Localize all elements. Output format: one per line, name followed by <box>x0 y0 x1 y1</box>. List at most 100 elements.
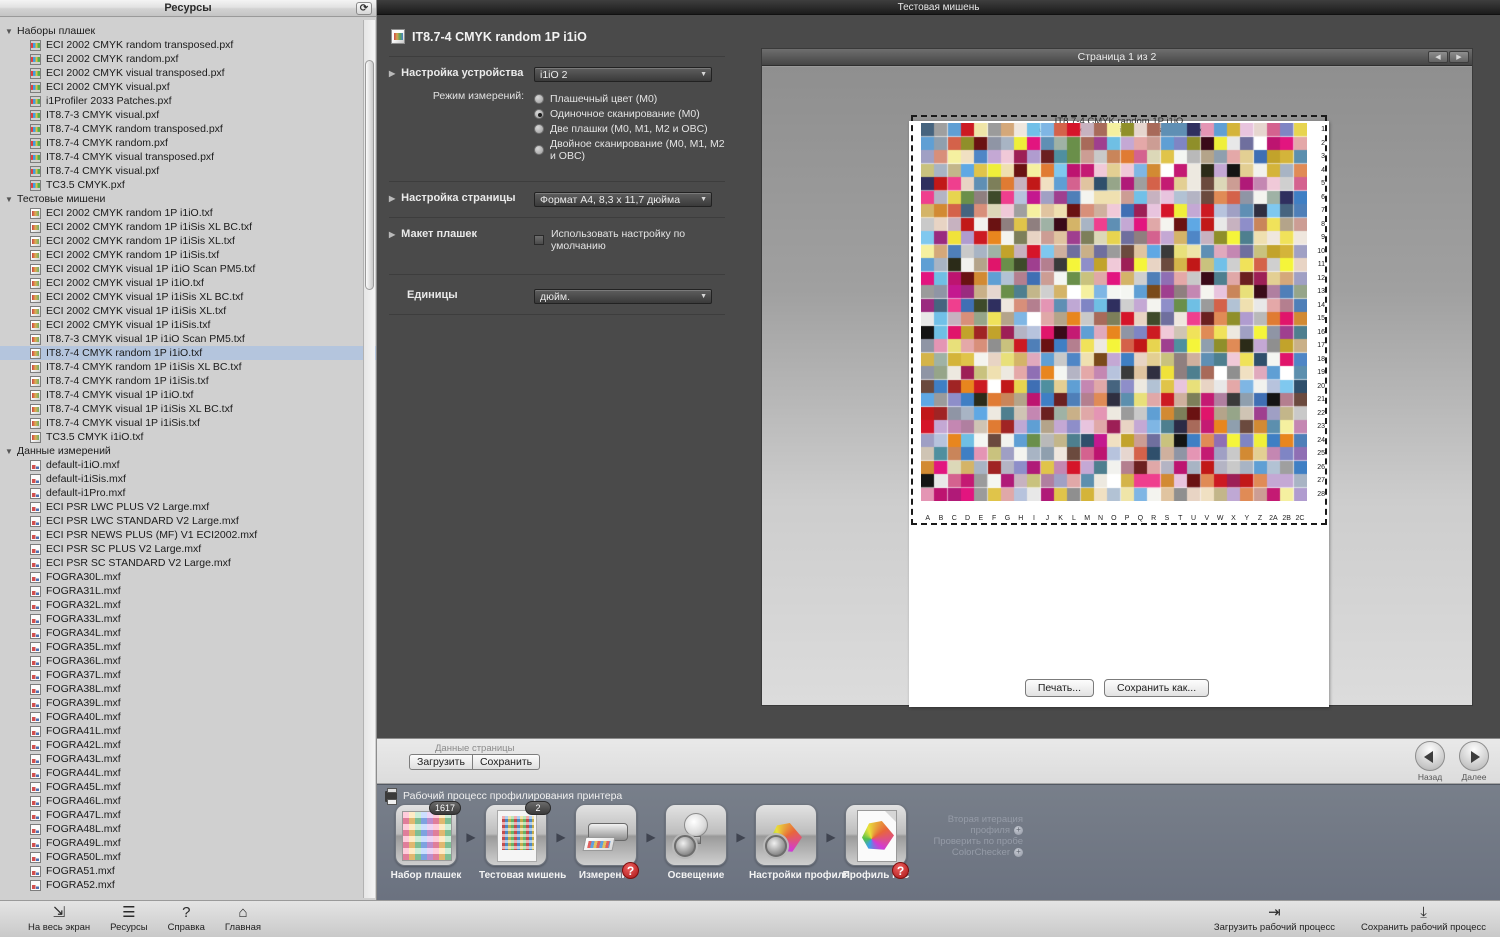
workflow-step-5[interactable]: Настройки профиля <box>749 804 850 881</box>
resource-item[interactable]: FOGRA38L.mxf <box>0 682 376 696</box>
statusbar-item-ресурсы[interactable]: ☰ Ресурсы <box>110 904 147 933</box>
resource-item[interactable]: IT8.7-3 CMYK visual.pxf <box>0 108 376 122</box>
resource-item[interactable]: FOGRA46L.mxf <box>0 794 376 808</box>
back-button[interactable]: Назад <box>1414 741 1446 782</box>
resources-scroll-area[interactable]: ▼ Наборы плашек ECI 2002 CMYK random trans… <box>0 18 376 900</box>
workflow-step-3[interactable]: ? Измерение <box>569 804 643 881</box>
radio-button[interactable] <box>534 94 544 104</box>
resource-item[interactable]: FOGRA37L.mxf <box>0 668 376 682</box>
preview-canvas[interactable]: IT8.7-4 CMYK random 1P i1iO Страница тес… <box>762 67 1472 707</box>
chevron-right-icon[interactable]: ▶ <box>1449 51 1469 63</box>
resource-item[interactable]: ECI 2002 CMYK visual 1P i1iSis XL BC.txf <box>0 290 376 304</box>
chevron-right-icon[interactable]: ▶ <box>389 194 395 203</box>
resource-item[interactable]: ECI 2002 CMYK visual 1P i1iSis XL.txf <box>0 304 376 318</box>
resource-item[interactable]: IT8.7-4 CMYK random 1P i1iO.txf <box>0 346 376 360</box>
resource-item[interactable]: FOGRA50L.mxf <box>0 850 376 864</box>
resource-item[interactable]: FOGRA35L.mxf <box>0 640 376 654</box>
resource-item[interactable]: IT8.7-4 CMYK random transposed.pxf <box>0 122 376 136</box>
chevron-right-icon[interactable]: ▶ <box>389 230 395 239</box>
resource-item[interactable]: FOGRA49L.mxf <box>0 836 376 850</box>
workflow-future-option[interactable]: Вторая итерация профиля + <box>919 814 1023 836</box>
statusbar-item-загрузить-рабочий-процесс[interactable]: ⇥ Загрузить рабочий процесс <box>1214 904 1335 933</box>
resource-item[interactable]: IT8.7-4 CMYK visual 1P i1iSis XL BC.txf <box>0 402 376 416</box>
illumination-icon[interactable] <box>665 804 727 866</box>
resource-item[interactable]: ECI 2002 CMYK visual 1P i1iO Scan PM5.tx… <box>0 262 376 276</box>
resource-item[interactable]: IT8.7-4 CMYK visual 1P i1iSis.txf <box>0 416 376 430</box>
resource-item[interactable]: ECI 2002 CMYK visual 1P i1iO.txf <box>0 276 376 290</box>
radio-button[interactable] <box>534 124 544 134</box>
resource-item[interactable]: FOGRA43L.mxf <box>0 752 376 766</box>
resource-item[interactable]: default-i1Pro.mxf <box>0 486 376 500</box>
resource-item[interactable]: TC3.5 CMYK.pxf <box>0 178 376 192</box>
radio-button[interactable] <box>534 109 544 119</box>
resources-group-3[interactable]: ▼ Данные измерений <box>0 444 376 458</box>
resource-item[interactable]: IT8.7-4 CMYK visual 1P i1iO.txf <box>0 388 376 402</box>
disclosure-triangle-icon[interactable]: ▼ <box>5 195 17 204</box>
resource-item[interactable]: ECI 2002 CMYK visual 1P i1iSis.txf <box>0 318 376 332</box>
resource-item[interactable]: ECI 2002 CMYK random 1P i1iSis XL.txf <box>0 234 376 248</box>
measurement-icon[interactable] <box>575 804 637 866</box>
plus-circle-icon[interactable]: + <box>1014 847 1023 857</box>
icc-profile-icon[interactable] <box>845 804 907 866</box>
statusbar-item-главная[interactable]: ⌂ Главная <box>225 904 261 933</box>
resource-item[interactable]: FOGRA40L.mxf <box>0 710 376 724</box>
resource-item[interactable]: FOGRA32L.mxf <box>0 598 376 612</box>
next-button[interactable]: Далее <box>1458 741 1490 782</box>
resource-item[interactable]: IT8.7-4 CMYK random.pxf <box>0 136 376 150</box>
resource-item[interactable]: FOGRA45L.mxf <box>0 780 376 794</box>
plus-circle-icon[interactable]: + <box>1014 825 1023 835</box>
resource-item[interactable]: ECI 2002 CMYK random transposed.pxf <box>0 38 376 52</box>
resource-item[interactable]: default-i1iO.mxf <box>0 458 376 472</box>
resource-item[interactable]: TC3.5 CMYK i1iO.txf <box>0 430 376 444</box>
chevron-left-icon[interactable]: ◀ <box>1428 51 1448 63</box>
resource-item[interactable]: ECI PSR LWC STANDARD V2 Large.mxf <box>0 514 376 528</box>
resource-item[interactable]: IT8.7-4 CMYK random 1P i1iSis XL BC.txf <box>0 360 376 374</box>
resource-item[interactable]: ECI PSR NEWS PLUS (MF) V1 ECI2002.mxf <box>0 528 376 542</box>
measure-mode-option-1[interactable]: Плашечный цвет (M0) <box>534 93 725 105</box>
resource-item[interactable]: FOGRA36L.mxf <box>0 654 376 668</box>
chevron-right-icon[interactable]: ▶ <box>389 69 395 78</box>
resource-item[interactable]: FOGRA30L.mxf <box>0 570 376 584</box>
resource-item[interactable]: default-i1iSis.mxf <box>0 472 376 486</box>
statusbar-item-справка[interactable]: ? Справка <box>168 904 205 933</box>
profile-settings-icon[interactable] <box>755 804 817 866</box>
page-setup-dropdown[interactable]: Формат A4, 8,3 x 11,7 дюйма <box>534 192 712 207</box>
resource-item[interactable]: IT8.7-4 CMYK visual transposed.pxf <box>0 150 376 164</box>
workflow-step-2[interactable]: 2 Тестовая мишень <box>479 801 566 881</box>
resource-item[interactable]: FOGRA51.mxf <box>0 864 376 878</box>
radio-button[interactable] <box>534 145 544 155</box>
resource-item[interactable]: FOGRA31L.mxf <box>0 584 376 598</box>
resource-item[interactable]: ECI PSR LWC PLUS V2 Large.mxf <box>0 500 376 514</box>
resource-item[interactable]: ECI PSR SC STANDARD V2 Large.mxf <box>0 556 376 570</box>
resource-item[interactable]: FOGRA48L.mxf <box>0 822 376 836</box>
resource-item[interactable]: IT8.7-4 CMYK visual.pxf <box>0 164 376 178</box>
resource-item[interactable]: ECI 2002 CMYK random 1P i1iSis.txf <box>0 248 376 262</box>
measure-mode-option-4[interactable]: Двойное сканирование (M0, M1, M2 и OBC) <box>534 138 725 162</box>
refresh-icon[interactable]: ⟳ <box>356 2 372 15</box>
measure-mode-option-3[interactable]: Две плашки (M0, M1, M2 и OBC) <box>534 123 725 135</box>
resource-item[interactable]: i1Profiler 2033 Patches.pxf <box>0 94 376 108</box>
resources-scrollbar-thumb[interactable] <box>365 60 374 290</box>
print-button[interactable]: Печать... <box>1024 679 1095 697</box>
resource-item[interactable]: ECI 2002 CMYK random 1P i1iSis XL BC.txf <box>0 220 376 234</box>
resource-item[interactable]: FOGRA39L.mxf <box>0 696 376 710</box>
resources-group-2[interactable]: ▼ Тестовые мишени <box>0 192 376 206</box>
measure-mode-option-2[interactable]: Одиночное сканирование (M0) <box>534 108 725 120</box>
resource-item[interactable]: FOGRA44L.mxf <box>0 766 376 780</box>
workflow-step-1[interactable]: 1617 Набор плашек <box>389 801 463 881</box>
resource-item[interactable]: IT8.7-3 CMYK visual 1P i1iO Scan PM5.txf <box>0 332 376 346</box>
save-page-data-button[interactable]: Сохранить <box>472 754 541 770</box>
workflow-future-option[interactable]: Проверить по пробе ColorChecker + <box>919 836 1023 858</box>
use-default-checkbox[interactable] <box>534 235 544 245</box>
workflow-step-6[interactable]: ? Профиль ICC <box>839 804 913 881</box>
resource-item[interactable]: ECI 2002 CMYK random 1P i1iO.txf <box>0 206 376 220</box>
resources-scrollbar[interactable] <box>363 20 375 898</box>
resource-item[interactable]: FOGRA33L.mxf <box>0 612 376 626</box>
statusbar-item-на-весь-экран[interactable]: ⇲ На весь экран <box>28 904 90 933</box>
resource-item[interactable]: FOGRA42L.mxf <box>0 738 376 752</box>
resource-item[interactable]: ECI 2002 CMYK visual transposed.pxf <box>0 66 376 80</box>
save-as-button[interactable]: Сохранить как... <box>1104 679 1210 697</box>
workflow-step-4[interactable]: Освещение <box>659 804 733 881</box>
load-page-data-button[interactable]: Загрузить <box>409 754 473 770</box>
resource-item[interactable]: FOGRA47L.mxf <box>0 808 376 822</box>
